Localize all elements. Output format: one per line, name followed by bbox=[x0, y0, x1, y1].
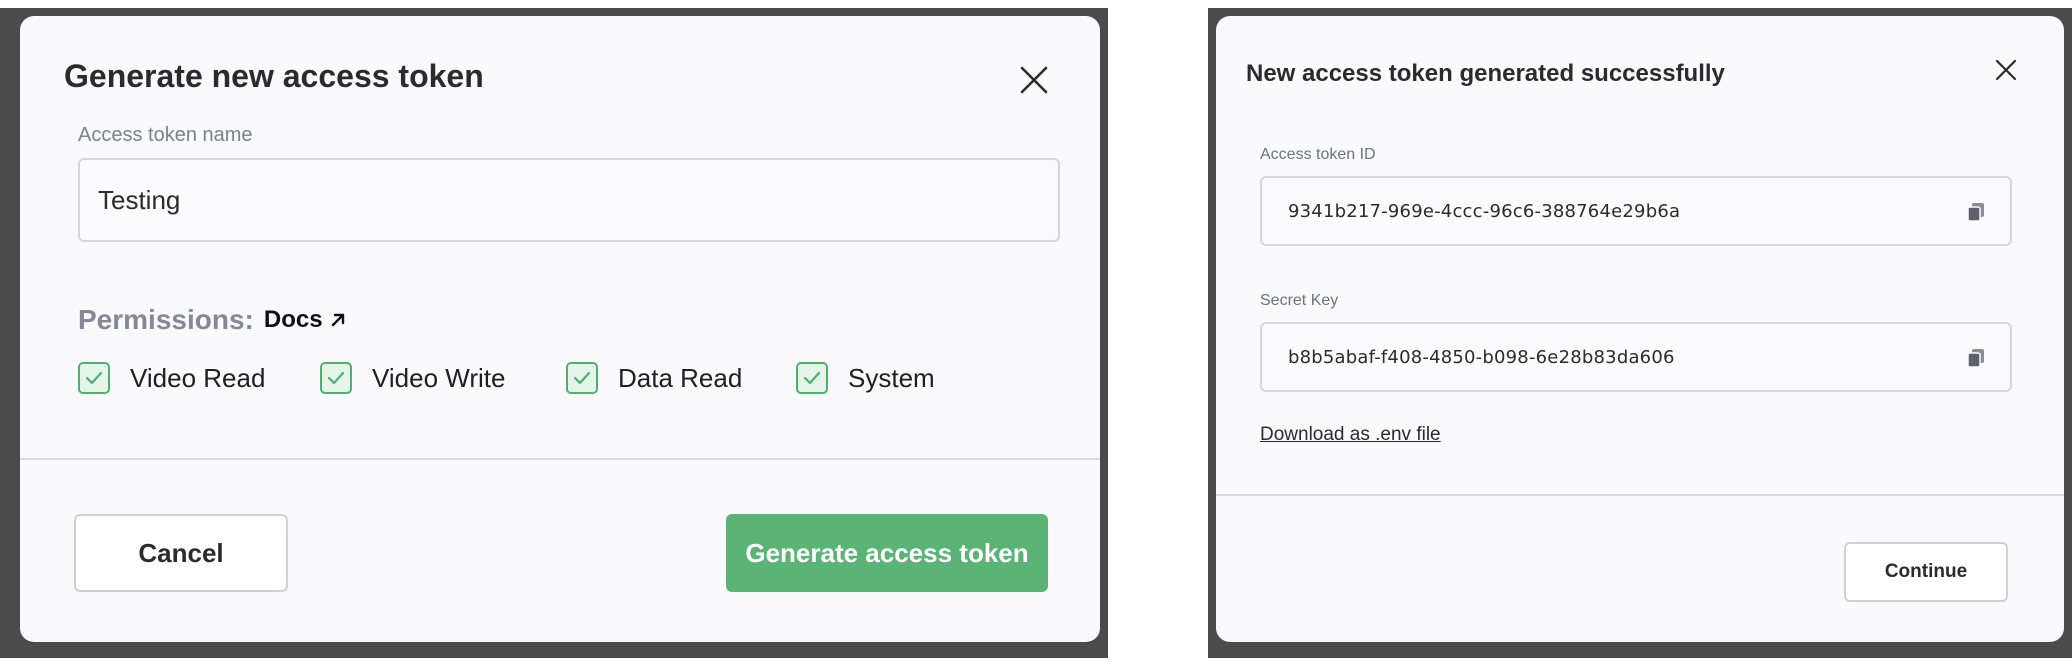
modal-title: Generate new access token bbox=[64, 58, 484, 94]
token-id-label: Access token ID bbox=[1260, 146, 1376, 163]
checkmark-icon bbox=[85, 371, 103, 385]
permission-label: Video Write bbox=[372, 362, 506, 393]
permissions-label: Permissions: bbox=[78, 304, 254, 335]
copy-icon bbox=[1967, 349, 1984, 368]
continue-button[interactable]: Continue bbox=[1844, 542, 2008, 602]
footer-divider bbox=[20, 458, 1100, 460]
copy-icon bbox=[1967, 203, 1984, 222]
token-id-value: 9341b217-969e-4ccc-96c6-388764e29b6a bbox=[1288, 200, 1681, 222]
checkbox[interactable] bbox=[320, 362, 352, 394]
token-id-field[interactable]: 9341b217-969e-4ccc-96c6-388764e29b6a bbox=[1260, 176, 2012, 246]
checkmark-icon bbox=[573, 371, 591, 385]
close-button[interactable] bbox=[1010, 56, 1058, 104]
permission-label: Video Read bbox=[130, 362, 266, 393]
checkmark-icon bbox=[803, 371, 821, 385]
token-name-label: Access token name bbox=[78, 124, 253, 146]
permissions-header: Permissions: Docs bbox=[78, 304, 347, 336]
permission-label: Data Read bbox=[618, 362, 743, 393]
modal-title: New access token generated successfully bbox=[1246, 60, 1725, 87]
permission-label: System bbox=[848, 362, 935, 393]
checkbox[interactable] bbox=[78, 362, 110, 394]
checkbox[interactable] bbox=[566, 362, 598, 394]
token-name-input[interactable] bbox=[78, 158, 1060, 242]
secret-key-label: Secret Key bbox=[1260, 292, 1339, 309]
docs-link-label: Docs bbox=[263, 306, 323, 333]
permission-video-write[interactable]: Video Write bbox=[320, 362, 566, 394]
cancel-button[interactable]: Cancel bbox=[74, 514, 288, 592]
token-success-modal: New access token generated successfully … bbox=[1216, 16, 2064, 642]
generate-token-button[interactable]: Generate access token bbox=[726, 514, 1048, 592]
docs-link[interactable]: Docs bbox=[264, 306, 347, 334]
permission-data-read[interactable]: Data Read bbox=[566, 362, 796, 394]
generate-token-modal: Generate new access token Access token n… bbox=[20, 16, 1100, 642]
checkbox[interactable] bbox=[796, 362, 828, 394]
secret-key-field[interactable]: b8b5abaf-f408-4850-b098-6e28b83da606 bbox=[1260, 322, 2012, 392]
close-icon bbox=[1995, 59, 2017, 81]
checkmark-icon bbox=[327, 371, 345, 385]
copy-secret-key-button[interactable] bbox=[1964, 346, 1988, 370]
external-arrow-icon bbox=[331, 313, 344, 327]
close-button[interactable] bbox=[1986, 50, 2026, 90]
close-icon bbox=[1020, 66, 1048, 94]
secret-key-value: b8b5abaf-f408-4850-b098-6e28b83da606 bbox=[1288, 346, 1675, 368]
download-env-link[interactable]: Download as .env file bbox=[1260, 424, 1441, 446]
copy-token-id-button[interactable] bbox=[1964, 200, 1988, 224]
footer-divider bbox=[1216, 494, 2064, 496]
permission-video-read[interactable]: Video Read bbox=[78, 362, 320, 394]
permissions-list: Video Read Video Write Data Read System bbox=[78, 362, 935, 394]
permission-system[interactable]: System bbox=[796, 362, 935, 394]
